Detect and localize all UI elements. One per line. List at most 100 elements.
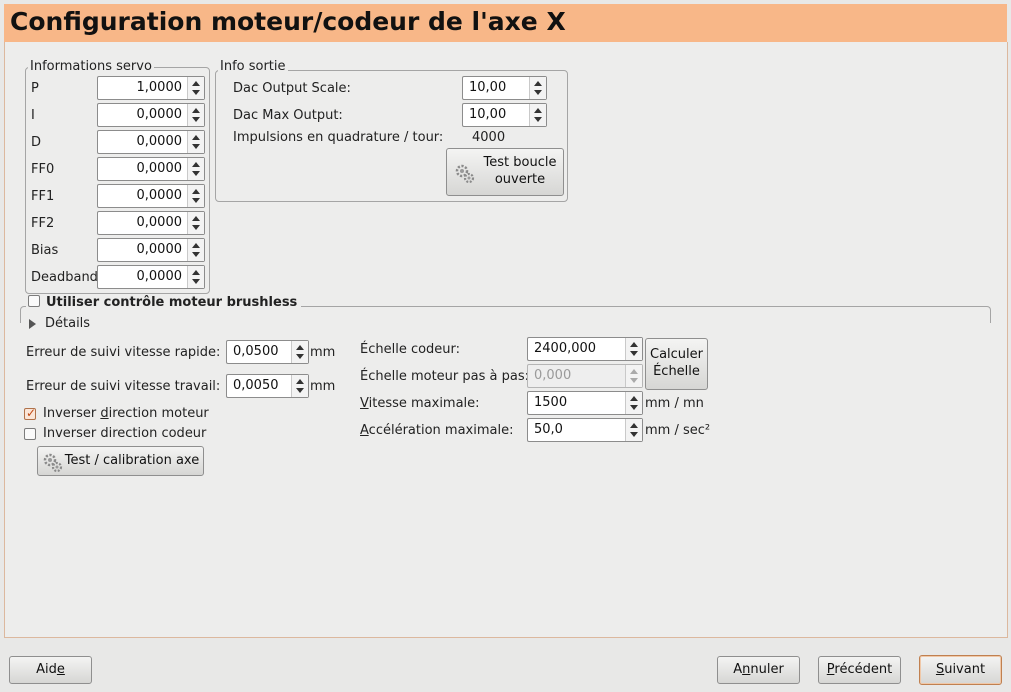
spin-arrows[interactable] [625, 338, 642, 360]
spin-down-icon[interactable] [534, 117, 542, 122]
max-accel-label: Accélération maximale: [360, 423, 514, 438]
servo-ff2-input[interactable]: 0,0000 [97, 211, 205, 235]
help-button[interactable]: Aide [9, 656, 92, 684]
servo-d-input[interactable]: 0,0000 [97, 130, 205, 154]
spin-down-icon[interactable] [192, 198, 200, 203]
spin-down-icon[interactable] [296, 354, 304, 359]
spin-up-icon[interactable] [630, 342, 638, 347]
spin-up-icon[interactable] [192, 81, 200, 86]
spin-arrows[interactable] [529, 77, 546, 99]
spin-up-icon[interactable] [192, 243, 200, 248]
test-calibration-axis-button[interactable]: Test / calibration axe [37, 446, 204, 476]
rapid-error-input[interactable]: 0,0500 [226, 340, 309, 364]
spin-down-icon[interactable] [192, 90, 200, 95]
spin-arrows[interactable] [291, 375, 308, 397]
open-loop-test-button[interactable]: Test boucle ouverte [446, 148, 564, 196]
dac-max-label: Dac Max Output: [233, 108, 343, 123]
brushless-checkbox[interactable] [28, 295, 40, 307]
servo-bias-label: Bias [31, 243, 59, 258]
spin-down-icon[interactable] [192, 117, 200, 122]
spin-down-icon[interactable] [630, 405, 638, 410]
spin-up-icon[interactable] [534, 81, 542, 86]
spin-up-icon[interactable] [630, 396, 638, 401]
spin-up-icon[interactable] [296, 345, 304, 350]
rapid-error-label: Erreur de suivi vitesse rapide: [26, 345, 221, 360]
spin-arrows[interactable] [187, 212, 204, 234]
spin-up-icon[interactable] [192, 189, 200, 194]
dac-max-input[interactable]: 10,00 [462, 103, 547, 127]
servo-ff1-input[interactable]: 0,0000 [97, 184, 205, 208]
spin-down-icon[interactable] [192, 171, 200, 176]
spin-down-icon[interactable] [192, 144, 200, 149]
expander-arrow-icon[interactable] [29, 319, 36, 329]
max-accel-input[interactable]: 50,0 [527, 418, 643, 442]
spin-up-icon[interactable] [296, 379, 304, 384]
servo-ff0-input[interactable]: 0,0000 [97, 157, 205, 181]
dac-scale-label: Dac Output Scale: [233, 81, 351, 96]
spin-arrows [625, 365, 642, 387]
spin-arrows[interactable] [187, 104, 204, 126]
gears-icon [43, 453, 63, 473]
spin-up-icon[interactable] [630, 423, 638, 428]
spin-down-icon[interactable] [630, 432, 638, 437]
brushless-label: Utiliser contrôle moteur brushless [46, 295, 298, 310]
servo-p-input[interactable]: 1,0000 [97, 76, 205, 100]
servo-ff2-label: FF2 [31, 216, 55, 231]
invert-encoder-checkbox[interactable] [24, 428, 36, 440]
spin-down-icon[interactable] [534, 90, 542, 95]
spin-up-icon[interactable] [192, 108, 200, 113]
spin-arrows[interactable] [187, 239, 204, 261]
pulses-value: 4000 [472, 130, 506, 145]
output-frame-label: Info sortie [218, 59, 288, 74]
spin-down-icon[interactable] [630, 351, 638, 356]
max-speed-input[interactable]: 1500 [527, 391, 643, 415]
calculate-scale-button[interactable]: Calculer Échelle [645, 338, 708, 390]
brushless-frame-label: Utiliser contrôle moteur brushless [26, 295, 302, 310]
max-speed-label: Vitesse maximale: [360, 396, 480, 411]
spin-up-icon[interactable] [192, 135, 200, 140]
gears-icon [455, 164, 475, 184]
spin-up-icon[interactable] [192, 270, 200, 275]
next-button[interactable]: Suivant [919, 655, 1002, 685]
spin-arrows[interactable] [187, 131, 204, 153]
encoder-scale-input[interactable]: 2400,000 [527, 337, 643, 361]
checkmark-icon: ✓ [26, 406, 37, 420]
spin-up-icon[interactable] [534, 108, 542, 113]
work-error-label: Erreur de suivi vitesse travail: [26, 379, 221, 394]
work-error-unit: mm [310, 379, 336, 394]
stepper-scale-input: 0,000 [527, 364, 643, 388]
invert-motor-checkbox[interactable]: ✓ [24, 406, 37, 420]
spin-down-icon[interactable] [192, 252, 200, 257]
spin-arrows[interactable] [187, 266, 204, 288]
spin-arrows[interactable] [187, 158, 204, 180]
cancel-button[interactable]: Annuler [717, 656, 800, 684]
details-expander[interactable]: Détails [45, 316, 90, 331]
spin-arrows[interactable] [529, 104, 546, 126]
spin-arrows[interactable] [625, 392, 642, 414]
spin-arrows[interactable] [187, 77, 204, 99]
spin-arrows[interactable] [625, 419, 642, 441]
spin-up-icon[interactable] [192, 162, 200, 167]
invert-motor-label[interactable]: Inverser direction moteur [43, 406, 209, 421]
pulses-label: Impulsions en quadrature / tour: [233, 130, 444, 145]
servo-i-input[interactable]: 0,0000 [97, 103, 205, 127]
servo-ff0-label: FF0 [31, 162, 55, 177]
page-header: Configuration moteur/codeur de l'axe X [4, 4, 1007, 43]
spin-up-icon[interactable] [192, 216, 200, 221]
servo-bias-input[interactable]: 0,0000 [97, 238, 205, 262]
stepper-scale-label: Échelle moteur pas à pas: [360, 369, 529, 384]
servo-deadband-input[interactable]: 0,0000 [97, 265, 205, 289]
spin-down-icon[interactable] [296, 388, 304, 393]
spin-arrows[interactable] [291, 341, 308, 363]
spin-down-icon[interactable] [192, 279, 200, 284]
max-accel-unit: mm / sec² [645, 423, 711, 438]
dac-scale-input[interactable]: 10,00 [462, 76, 547, 100]
rapid-error-unit: mm [310, 345, 336, 360]
previous-button[interactable]: Précédent [818, 656, 901, 684]
spin-down-icon [630, 378, 638, 383]
spin-arrows[interactable] [187, 185, 204, 207]
work-error-input[interactable]: 0,0050 [226, 374, 309, 398]
spin-down-icon[interactable] [192, 225, 200, 230]
servo-d-label: D [31, 135, 42, 150]
invert-encoder-label[interactable]: Inverser direction codeur [43, 426, 206, 441]
